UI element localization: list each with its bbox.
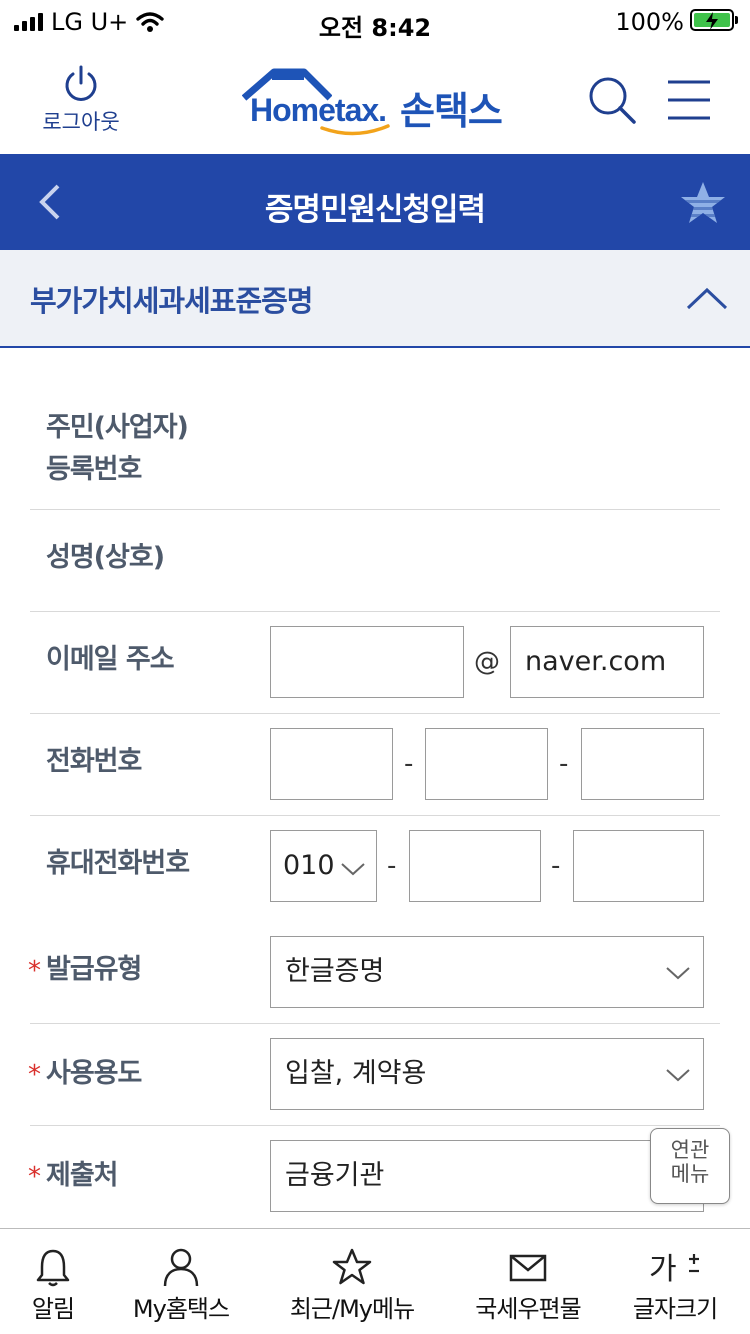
form-row-purpose: * 사용용도 입찰, 계약용 (28, 1024, 720, 1126)
status-bar: LG U+ 오전 8:42 100% (0, 0, 750, 44)
mobile-prefix-select[interactable]: 010 (270, 830, 377, 902)
phone-dash-2: - (559, 749, 569, 779)
font-size-icon: 가 (649, 1252, 699, 1287)
section-title: 부가가치세과세표준증명 (30, 284, 313, 318)
phone-part2-input[interactable] (425, 728, 548, 800)
email-label: 이메일 주소 (46, 644, 175, 675)
issue-type-select[interactable]: 한글증명 (270, 936, 704, 1008)
mobile-label: 휴대전화번호 (46, 848, 190, 879)
form-row-phone: 전화번호 - - (30, 714, 720, 816)
svg-text:가: 가 (649, 1252, 677, 1287)
favorite-button[interactable] (678, 180, 728, 226)
logout-label: 로그아웃 (42, 110, 120, 134)
logout-button[interactable]: 로그아웃 (34, 64, 128, 136)
search-icon (589, 77, 636, 124)
chevron-down-icon (341, 863, 365, 876)
email-at: @ (474, 647, 500, 677)
tab-notifications[interactable]: 알림 (0, 1229, 106, 1334)
phone-label: 전화번호 (46, 746, 142, 777)
tab-label: 글자크기 (632, 1295, 718, 1323)
chevron-up-icon[interactable] (684, 280, 730, 314)
mobile-dash-1: - (387, 851, 397, 881)
section-header[interactable]: 부가가치세과세표준증명 (0, 250, 750, 348)
hamburger-icon (668, 80, 710, 120)
title-bar: 증명민원신청입력 (0, 154, 750, 250)
menu-button[interactable] (664, 76, 714, 124)
chevron-down-icon (666, 967, 690, 980)
form-row-id-number: 주민(사업자) 등록번호 (30, 392, 720, 510)
star-outline-icon (332, 1248, 372, 1285)
mobile-part3-input[interactable] (573, 830, 704, 902)
battery-percent: 100% (615, 8, 684, 36)
app-header: 로그아웃 Hometax. 손택스 (0, 44, 750, 154)
mobile-part2-input[interactable] (409, 830, 541, 902)
mobile-dash-2: - (551, 851, 561, 881)
person-icon (163, 1248, 199, 1287)
email-user-input[interactable] (270, 626, 464, 698)
form-row-mobile: 휴대전화번호 010 - - (30, 816, 720, 916)
form-row-name: 성명(상호) (30, 510, 720, 612)
star-icon (681, 182, 725, 223)
logo-swoosh (320, 124, 390, 136)
issue-type-value: 한글증명 (285, 956, 385, 987)
purpose-value: 입찰, 계약용 (285, 1058, 427, 1089)
related-menu-line2: 메뉴 (670, 1162, 710, 1186)
search-button[interactable] (584, 72, 640, 128)
tab-font-size[interactable]: 가 글자크기 (618, 1229, 732, 1334)
required-mark: * (28, 1162, 41, 1192)
required-mark: * (28, 1060, 41, 1090)
phone-dash-1: - (404, 749, 414, 779)
phone-part1-input[interactable] (270, 728, 393, 800)
form-row-submit-to: * 제출처 금융기관 (28, 1126, 720, 1228)
submit-to-label: 제출처 (46, 1160, 119, 1191)
tab-label: 최근/My메뉴 (289, 1295, 415, 1323)
id-number-label-line2: 등록번호 (46, 454, 142, 485)
related-menu-line1: 연관 (670, 1138, 710, 1162)
page-title: 증명민원신청입력 (264, 192, 486, 228)
power-icon (65, 65, 97, 101)
chevron-down-icon (666, 1069, 690, 1082)
issue-type-label: 발급유형 (46, 954, 142, 985)
phone-part3-input[interactable] (581, 728, 704, 800)
brand-name: 손택스 (400, 89, 503, 133)
purpose-label: 사용용도 (46, 1058, 142, 1089)
bell-icon (36, 1249, 70, 1287)
name-label: 성명(상호) (46, 542, 165, 573)
tab-recent-menu[interactable]: 최근/My메뉴 (270, 1229, 434, 1334)
bottom-tab-bar: 알림 My홈택스 최근/My메뉴 국세우편물 가 글자크기 (0, 1228, 750, 1334)
submit-to-input[interactable]: 금융기관 (270, 1140, 704, 1212)
id-number-label-line1: 주민(사업자) (46, 412, 189, 443)
mail-icon (509, 1254, 547, 1282)
related-menu-button[interactable]: 연관 메뉴 (650, 1128, 730, 1204)
mobile-prefix-value: 010 (283, 850, 335, 881)
tab-label: 국세우편물 (475, 1295, 581, 1323)
tab-label: My홈택스 (132, 1295, 230, 1323)
purpose-select[interactable]: 입찰, 계약용 (270, 1038, 704, 1110)
tab-my-hometax[interactable]: My홈택스 (120, 1229, 242, 1334)
required-mark: * (28, 956, 41, 986)
battery-icon (690, 9, 738, 31)
tab-tax-mail[interactable]: 국세우편물 (456, 1229, 600, 1334)
email-domain-input[interactable]: naver.com (510, 626, 704, 698)
tab-label: 알림 (31, 1295, 75, 1323)
form-row-issue-type: * 발급유형 한글증명 (28, 920, 720, 1024)
form-row-email: 이메일 주소 @ naver.com (30, 612, 720, 714)
hometax-logo[interactable]: Hometax. 손택스 (240, 66, 520, 136)
